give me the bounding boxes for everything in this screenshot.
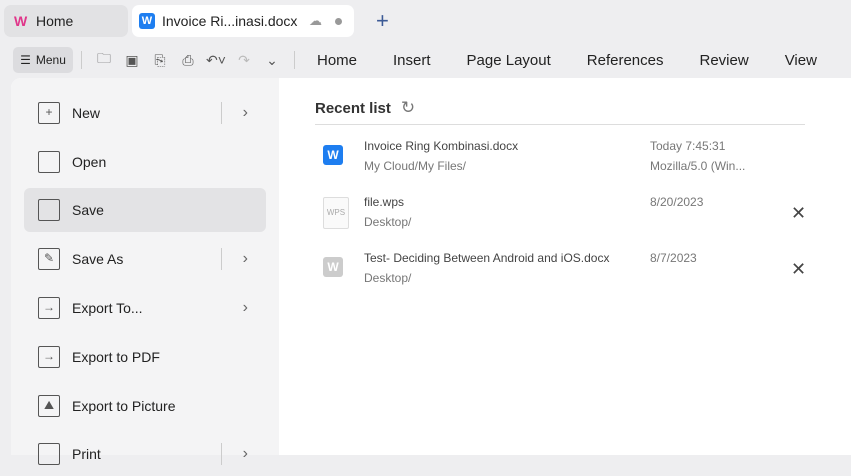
menu-button[interactable]: ☰ Menu [13, 47, 73, 73]
menu-item-label: Save As [72, 251, 124, 267]
undo-icon[interactable]: ↶˅ [202, 52, 230, 69]
recent-list-title: Recent list [315, 99, 391, 117]
wps-logo-icon: W [14, 13, 28, 29]
menu-item-label: Save [72, 202, 104, 218]
unsaved-dot-icon [335, 17, 342, 25]
export-pdf-icon: → [38, 346, 60, 368]
new-icon: + [38, 102, 60, 124]
divider [294, 51, 295, 69]
chevron-right-icon[interactable]: › [243, 250, 248, 268]
menu-item-label: Export To... [72, 300, 143, 316]
save-icon[interactable]: ▣ [118, 52, 146, 69]
ribbon-tab-insert[interactable]: Insert [393, 52, 431, 69]
menu-item-label: Open [72, 154, 107, 170]
folder-icon [38, 151, 60, 173]
writer-icon: W [139, 13, 155, 29]
export-icon[interactable]: ⎘ [146, 52, 174, 69]
ribbon-tab-home[interactable]: Home [317, 52, 357, 69]
file-path: Desktop/ [364, 271, 412, 285]
picture-icon: ⛰ [38, 395, 60, 417]
file-name: Invoice Ring Kombinasi.docx [364, 139, 519, 153]
ribbon-tab-references[interactable]: References [587, 52, 664, 69]
file-menu: + New › Open Save ✎ Save As › → Export To... ›… [11, 78, 279, 465]
writer-cloud-file-icon: W [323, 145, 343, 165]
recent-file-row[interactable]: W Test- Deciding Between Android and iOS… [315, 243, 806, 299]
file-path: My Cloud/My Files/ [364, 159, 467, 173]
cloud-icon: ☁ [309, 13, 322, 28]
refresh-icon[interactable]: ↻ [401, 98, 415, 118]
recent-file-row[interactable]: WPS file.wps Desktop/ 8/20/2023 ✕ [315, 187, 806, 243]
menu-item-save[interactable]: Save [24, 188, 266, 232]
wps-file-icon: WPS [323, 197, 349, 229]
save-as-icon: ✎ [38, 248, 60, 270]
remove-icon[interactable]: ✕ [791, 203, 806, 224]
open-folder-icon[interactable]: 🗀 [90, 48, 118, 72]
print-icon [38, 443, 60, 465]
tab-document[interactable]: W Invoice Ri...inasi.docx ☁ [132, 5, 354, 37]
new-tab-button[interactable]: + [376, 8, 389, 34]
menu-item-label: Export to Picture [72, 398, 176, 414]
chevron-right-icon: › [242, 299, 248, 316]
file-menu-panel: + New › Open Save ✎ Save As › → Export To... ›… [11, 78, 851, 465]
file-path: Desktop/ [364, 215, 412, 229]
ribbon-tab-review[interactable]: Review [700, 52, 749, 69]
print-preview-icon[interactable]: ⎙ [174, 52, 202, 69]
remove-icon[interactable]: ✕ [791, 259, 806, 280]
menu-item-export-pdf[interactable]: → Export to PDF [24, 335, 266, 379]
menu-item-save-as[interactable]: ✎ Save As › [24, 237, 266, 281]
menu-item-export-picture[interactable]: ⛰ Export to Picture [24, 384, 266, 428]
recent-file-row[interactable]: W Invoice Ring Kombinasi.docx My Cloud/M… [315, 131, 805, 187]
menu-item-label: New [72, 105, 101, 121]
tab-bar: W Home W Invoice Ri...inasi.docx ☁ + [0, 0, 851, 42]
tab-document-label: Invoice Ri...inasi.docx [162, 13, 298, 29]
chevron-right-icon[interactable]: › [243, 104, 248, 122]
file-date: Today 7:45:31 [650, 139, 726, 153]
ribbon-tab-view[interactable]: View [785, 52, 817, 69]
ribbon-tab-page-layout[interactable]: Page Layout [467, 52, 551, 69]
file-name: Test- Deciding Between Android and iOS.d… [364, 251, 610, 265]
writer-file-icon: W [323, 257, 343, 277]
recent-list: Recent list ↻ W Invoice Ring Kombinasi.do… [315, 98, 806, 299]
menu-item-label: Export to PDF [72, 349, 160, 365]
chevron-right-icon[interactable]: › [243, 445, 248, 463]
menu-item-label: Print [72, 446, 101, 462]
save-icon [38, 199, 60, 221]
menu-item-open[interactable]: Open [24, 140, 266, 184]
file-name: file.wps [364, 195, 405, 209]
file-device: Mozilla/5.0 (Win... [650, 159, 746, 173]
menu-item-export-to[interactable]: → Export To... › [24, 286, 266, 330]
customize-icon[interactable]: ⌄ [258, 52, 286, 69]
menu-item-print[interactable]: Print › [24, 432, 266, 476]
divider [81, 51, 82, 69]
file-date: 8/20/2023 [650, 195, 704, 209]
redo-icon[interactable]: ↷ [230, 52, 258, 69]
export-icon: → [38, 297, 60, 319]
file-date: 8/7/2023 [650, 251, 697, 265]
menu-label: Menu [35, 53, 66, 67]
tab-home[interactable]: W Home [4, 5, 128, 37]
recent-list-header: Recent list ↻ [315, 98, 805, 125]
hamburger-icon: ☰ [20, 53, 31, 67]
menu-item-new[interactable]: + New › [24, 91, 266, 135]
tab-home-label: Home [36, 13, 74, 29]
toolbar: ☰ Menu 🗀 ▣ ⎘ ⎙ ↶˅ ↷ ⌄ Home Insert Page La… [0, 44, 851, 76]
